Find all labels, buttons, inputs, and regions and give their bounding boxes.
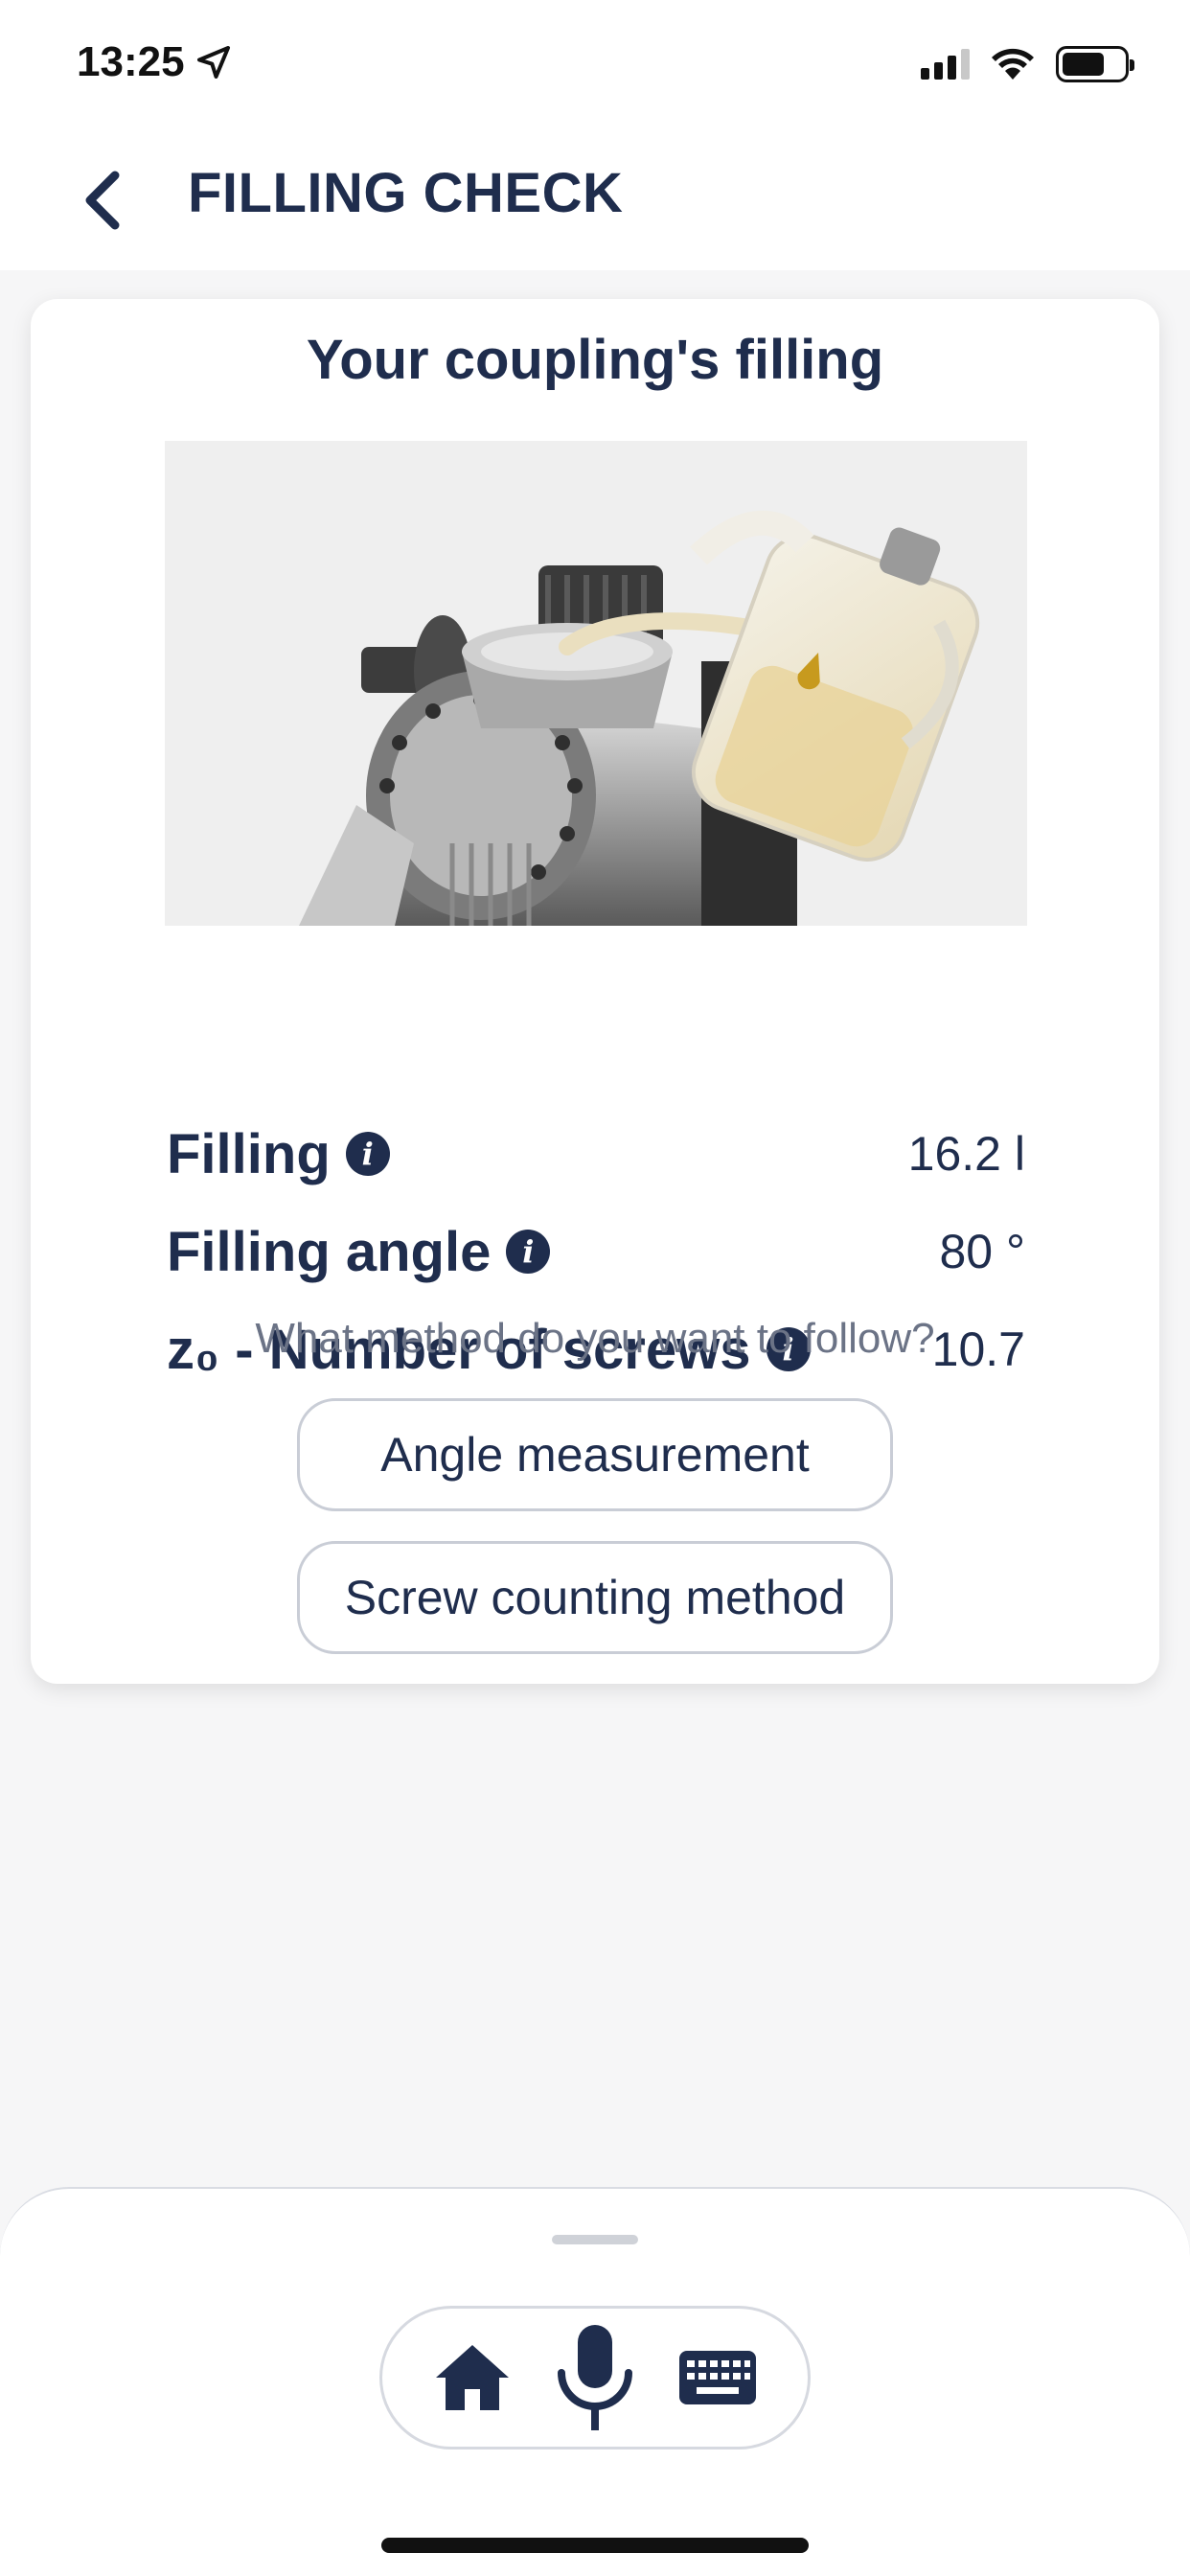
screen: 13:25 FILLING CHECK Your coupling's fill…	[0, 0, 1190, 2576]
location-arrow-icon	[196, 46, 230, 79]
input-toolbar	[379, 2306, 811, 2450]
filling-value: 16.2 l	[907, 1127, 1025, 1181]
cellular-signal-icon	[921, 49, 970, 80]
status-indicators	[921, 46, 1134, 82]
sheet-handle[interactable]	[552, 2235, 638, 2244]
battery-icon	[1056, 46, 1134, 82]
filling-card: Your coupling's filling Filling i 16.2 l…	[31, 299, 1159, 1684]
microphone-button[interactable]	[542, 2320, 648, 2435]
header: FILLING CHECK	[0, 125, 1190, 270]
status-time: 13:25	[77, 38, 185, 85]
card-title: Your coupling's filling	[306, 329, 884, 391]
filling-angle-row: Filling angle i 80 °	[167, 1213, 1025, 1290]
filling-angle-label-group: Filling angle i	[167, 1220, 551, 1284]
filling-angle-value: 80 °	[939, 1225, 1025, 1278]
home-button[interactable]	[420, 2320, 525, 2435]
status-time-group: 13:25	[77, 38, 233, 86]
page-title: FILLING CHECK	[188, 162, 624, 224]
status-bar: 13:25	[0, 0, 1190, 125]
bottom-sheet	[0, 2187, 1190, 2576]
filling-label: Filling	[167, 1122, 331, 1185]
info-icon[interactable]: i	[345, 1132, 390, 1176]
screw-counting-method-button[interactable]: Screw counting method	[297, 1541, 893, 1654]
filling-row: Filling i 16.2 l	[167, 1116, 1025, 1192]
coupling-oil-filling-illustration	[165, 441, 1027, 926]
info-icon[interactable]: i	[506, 1230, 551, 1274]
microphone-icon	[558, 2325, 632, 2430]
back-button[interactable]	[73, 167, 130, 234]
keyboard-icon	[679, 2351, 756, 2404]
angle-measurement-button[interactable]: Angle measurement	[297, 1398, 893, 1511]
home-icon	[436, 2345, 509, 2410]
filling-angle-label: Filling angle	[167, 1220, 492, 1283]
chevron-left-icon	[85, 171, 120, 230]
filling-label-group: Filling i	[167, 1122, 390, 1186]
method-question: What method do you want to follow?	[255, 1315, 935, 1362]
wifi-icon	[992, 48, 1034, 80]
keyboard-button[interactable]	[665, 2320, 770, 2435]
home-indicator[interactable]	[381, 2538, 809, 2553]
